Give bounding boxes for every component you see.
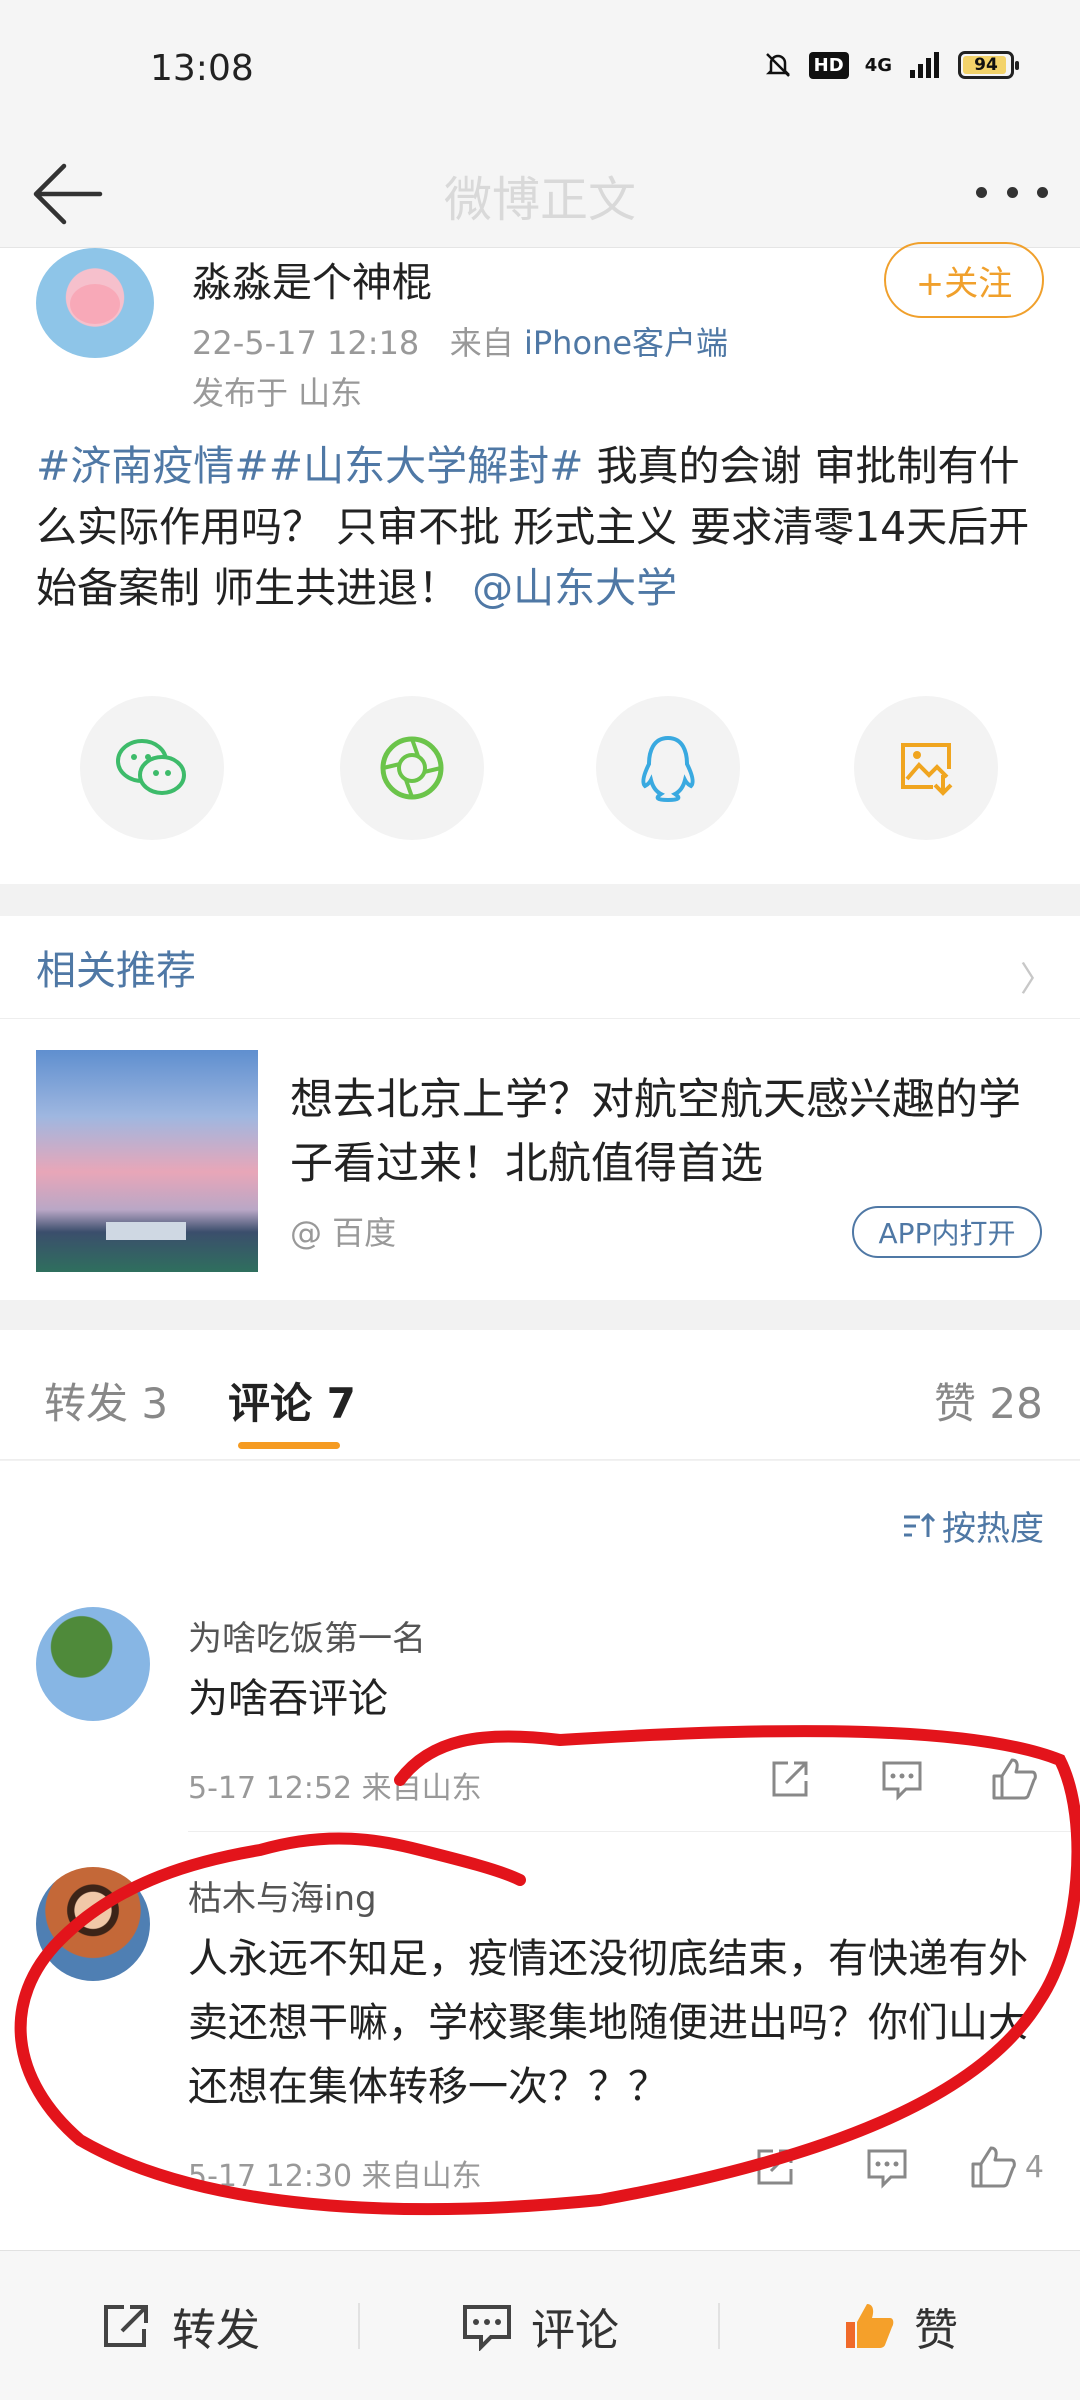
thumbs-up-icon xyxy=(992,1758,1037,1800)
comments-section: 按热度 为啥吃饭第一名 为啥吞评论 5-17 12:52 来自山东 枯木与海in… xyxy=(0,1461,1080,2250)
tab-repost[interactable]: 转发 3 xyxy=(44,1370,168,1431)
comment-like-button[interactable] xyxy=(984,1755,1044,1803)
comment-meta: 5-17 12:30 来自山东 xyxy=(188,2159,482,2194)
qq-icon xyxy=(641,735,695,803)
post-date: 22-5-17 12:18 xyxy=(192,324,420,362)
commenter-name[interactable]: 枯木与海ing xyxy=(188,1871,377,1920)
moments-share-button[interactable] xyxy=(340,696,484,840)
tab-bar: 转发 3 评论 7 赞 28 xyxy=(0,1330,1080,1460)
wechat-share-button[interactable] xyxy=(80,696,224,840)
comment-repost-button[interactable] xyxy=(760,1755,820,1803)
related-headline[interactable]: 想去北京上学？对航空航天感兴趣的学子看过来！北航值得首选 xyxy=(290,1068,1050,1196)
hashtag-link[interactable]: #济南疫情# xyxy=(36,442,269,490)
hashtag-link[interactable]: #山东大学解封# xyxy=(269,442,584,490)
like-label: 赞 xyxy=(914,2305,958,2356)
status-time: 13:08 xyxy=(150,48,254,89)
battery-text: 94 xyxy=(974,55,998,75)
author-name[interactable]: 淼淼是个神棍 xyxy=(192,250,432,308)
repost-icon xyxy=(104,2305,148,2347)
reply-icon xyxy=(867,2149,907,2189)
comment-meta: 5-17 12:52 来自山东 xyxy=(188,1771,482,1806)
commenter-avatar[interactable] xyxy=(36,1607,150,1721)
network-label: 4G xyxy=(864,54,892,76)
more-icon[interactable] xyxy=(976,180,1048,204)
comment-icon xyxy=(463,2305,511,2351)
comment-reply-button[interactable] xyxy=(872,1755,932,1803)
share-out-icon xyxy=(757,2149,793,2185)
share-out-icon xyxy=(772,1761,808,1797)
commenter-name[interactable]: 为啥吃饭第一名 xyxy=(188,1611,426,1660)
thumbs-up-icon xyxy=(971,2146,1016,2188)
comment-text: 为啥吞评论 xyxy=(188,1676,388,1722)
commenter-avatar[interactable] xyxy=(36,1867,150,1981)
active-tab-indicator xyxy=(238,1442,340,1449)
mention-link[interactable]: @山东大学 xyxy=(472,564,677,612)
sort-label: 按热度 xyxy=(942,1509,1044,1549)
related-recommendation: 相关推荐 〉 想去北京上学？对航空航天感兴趣的学子看过来！北航值得首选 @ 百度… xyxy=(0,916,1080,1300)
battery-icon: 94 xyxy=(958,51,1019,79)
comment-label: 评论 xyxy=(531,2305,619,2356)
reply-icon xyxy=(882,1761,922,1801)
related-title: 相关推荐 xyxy=(36,948,196,994)
comment-like-button[interactable]: 4 xyxy=(969,2143,1044,2191)
author-avatar[interactable] xyxy=(36,248,154,358)
share-row xyxy=(0,688,1080,840)
related-thumbnail[interactable] xyxy=(36,1050,258,1272)
hd-icon: HD xyxy=(808,51,849,79)
qq-share-button[interactable] xyxy=(596,696,740,840)
post-meta: 22-5-17 12:18 来自 iPhone客户端 xyxy=(192,318,728,364)
divider xyxy=(0,1018,1080,1019)
post-text: #济南疫情##山东大学解封# 我真的会谢 审批制有什么实际作用吗？ 只审不批 形… xyxy=(36,436,1046,619)
bottom-action-bar: 转发 评论 赞 xyxy=(0,2250,1080,2400)
moments-icon xyxy=(380,736,444,800)
comment-actions xyxy=(708,1755,1044,1803)
open-in-app-button[interactable]: APP内打开 xyxy=(852,1206,1042,1258)
comment-reply-button[interactable] xyxy=(857,2143,917,2191)
like-button[interactable]: 赞 xyxy=(720,2251,1080,2400)
comment-actions: 4 xyxy=(693,2143,1044,2191)
mute-bell-icon xyxy=(765,53,790,77)
save-image-icon xyxy=(901,743,953,796)
follow-button[interactable]: +关注 xyxy=(884,242,1044,318)
comment-repost-button[interactable] xyxy=(745,2143,805,2191)
comment-text: 人永远不知足，疫情还没彻底结束，有快递有外卖还想干嘛，学校聚集地随便进出吗？你们… xyxy=(188,1936,1028,2110)
signal-icon xyxy=(910,52,939,78)
page-title: 微博正文 xyxy=(443,172,636,228)
sort-icon xyxy=(904,1512,936,1537)
tab-like[interactable]: 赞 28 xyxy=(934,1370,1043,1431)
related-source: @ 百度 xyxy=(290,1214,397,1252)
thumbs-up-icon xyxy=(846,2304,894,2348)
sort-button[interactable]: 按热度 xyxy=(902,1501,1044,1550)
status-bar: 13:08 HD 4G 94 xyxy=(0,0,1080,140)
post-from-prefix: 来自 xyxy=(449,324,514,362)
nav-bar: 微博正文 xyxy=(0,140,1080,248)
save-image-button[interactable] xyxy=(854,696,998,840)
chevron-right-icon[interactable]: 〉 xyxy=(1020,952,1054,1001)
post-location: 发布于 山东 xyxy=(192,374,363,412)
repost-label: 转发 xyxy=(172,2305,260,2356)
like-count: 4 xyxy=(1024,2149,1044,2185)
post-card: 淼淼是个神棍 +关注 22-5-17 12:18 来自 iPhone客户端 发布… xyxy=(0,242,1080,884)
tab-comment[interactable]: 评论 7 xyxy=(228,1370,356,1431)
comment-button[interactable]: 评论 xyxy=(360,2251,720,2400)
divider xyxy=(188,1831,1080,1832)
post-source[interactable]: iPhone客户端 xyxy=(524,324,728,362)
status-icons: HD 4G 94 xyxy=(763,50,1019,80)
repost-button[interactable]: 转发 xyxy=(0,2251,360,2400)
wechat-icon xyxy=(116,739,186,795)
